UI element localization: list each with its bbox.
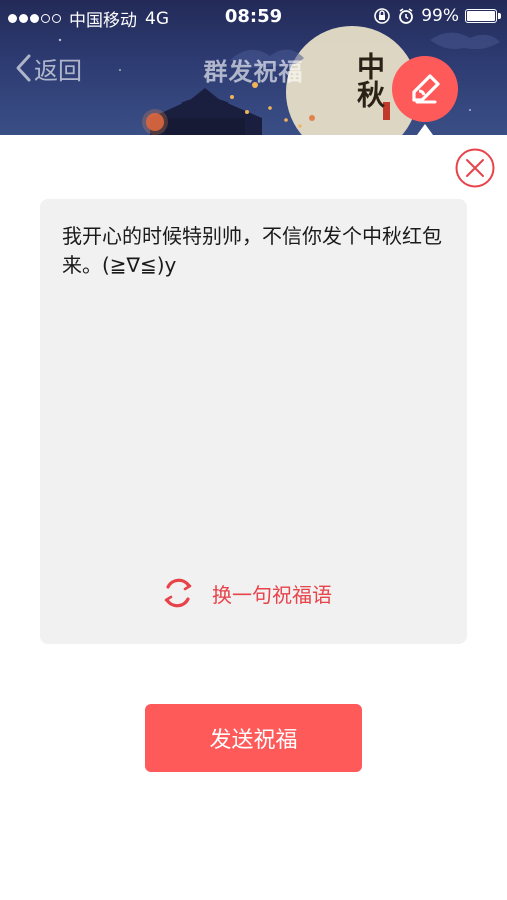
close-icon <box>455 148 495 188</box>
battery-percent: 99% <box>421 6 459 26</box>
battery-icon <box>465 9 501 23</box>
blessing-card: 我开心的时候特别帅，不信你发个中秋红包来。(≧∇≦)y 换一句祝福语 <box>40 199 467 644</box>
refresh-icon <box>164 578 192 608</box>
pen-icon <box>412 74 440 104</box>
close-button[interactable] <box>455 148 495 188</box>
rotation-lock-icon <box>374 8 391 24</box>
write-blessing-button[interactable] <box>392 56 458 122</box>
fab-pointer <box>417 124 433 135</box>
change-blessing-button[interactable]: 换一句祝福语 <box>160 575 332 611</box>
send-blessing-button[interactable]: 发送祝福 <box>145 704 362 772</box>
blessing-message: 我开心的时候特别帅，不信你发个中秋红包来。(≧∇≦)y <box>62 224 442 277</box>
change-blessing-label: 换一句祝福语 <box>212 582 332 607</box>
alarm-icon <box>399 8 414 24</box>
status-bar: 中国移动 4G 08:59 99% <box>0 0 507 32</box>
header-banner: 中秋 中国移动 4G 08:59 99% 返回 群发祝福 <box>0 0 507 135</box>
